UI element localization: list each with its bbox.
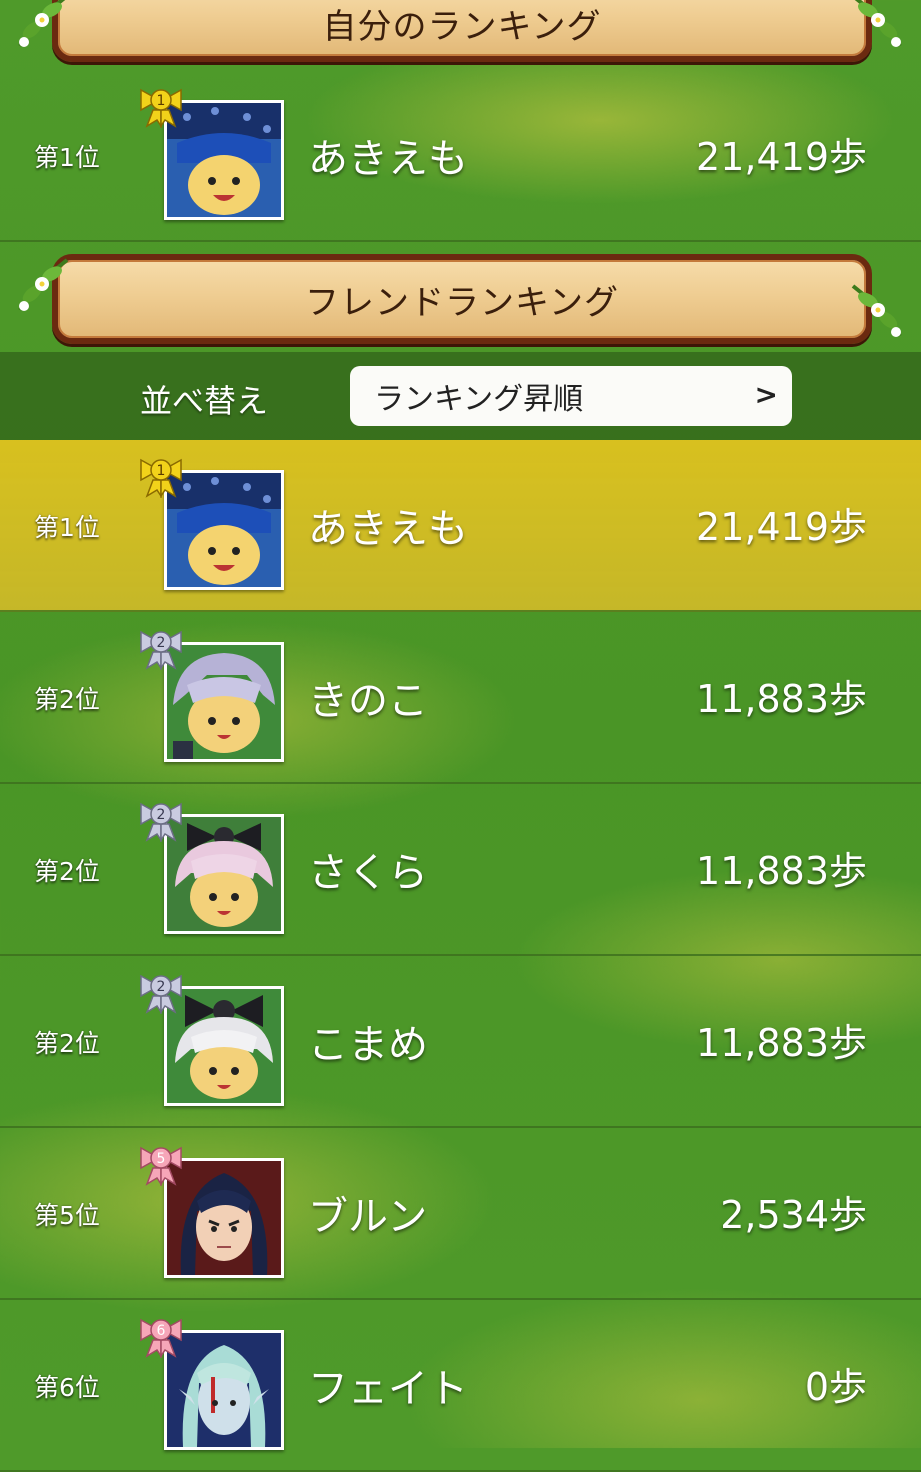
step-count: 21,419歩: [696, 505, 867, 549]
chevron-right-icon: >: [754, 378, 778, 411]
svg-text:1: 1: [157, 463, 166, 479]
friend-ranking-title: フレンドランキング: [305, 282, 619, 323]
rank-label: 第2位: [34, 857, 100, 886]
player-name: きのこ: [308, 678, 428, 724]
rank-ribbon-icon: 1: [140, 459, 182, 497]
step-count: 11,883歩: [696, 849, 867, 893]
friend-ranking-title-plank: フレンドランキング: [52, 254, 872, 344]
rank-label: 第2位: [34, 1029, 100, 1058]
rank-label: 第2位: [34, 685, 100, 714]
my-ranking-title-plank: 自分のランキング: [52, 0, 872, 62]
friend-ranking-row[interactable]: 第2位 2 さくら 11,883歩: [0, 784, 921, 956]
friend-ranking-row[interactable]: 第2位 2 きのこ 11,883歩: [0, 612, 921, 784]
rank-ribbon-icon: 6: [140, 1319, 182, 1357]
sort-bar: 並べ替え ランキング昇順 >: [0, 352, 921, 440]
sort-order-value: ランキング昇順: [374, 382, 584, 417]
my-ranking-title: 自分のランキング: [322, 6, 602, 47]
rank-ribbon-icon: 1: [140, 89, 182, 127]
step-count: 21,419歩: [696, 135, 867, 179]
friend-ranking-row[interactable]: 第5位 5 ブルン 2,534歩: [0, 1128, 921, 1300]
svg-text:2: 2: [157, 807, 166, 823]
rank-ribbon-icon: 2: [140, 803, 182, 841]
rank-label: 第1位: [34, 143, 100, 172]
svg-text:2: 2: [157, 979, 166, 995]
sort-label: 並べ替え: [140, 382, 269, 420]
step-count: 2,534歩: [720, 1193, 867, 1237]
player-name: こまめ: [308, 1022, 428, 1068]
vine-left-icon: [17, 0, 69, 49]
svg-text:2: 2: [157, 635, 166, 651]
friend-ranking-row[interactable]: 第1位 1 あきえも 21,419歩: [0, 440, 921, 612]
rank-ribbon-icon: 2: [140, 631, 182, 669]
rank-ribbon-icon: 2: [140, 975, 182, 1013]
player-name: フェイト: [308, 1366, 468, 1412]
friend-ranking-row[interactable]: 第2位 2 こまめ 11,883歩: [0, 956, 921, 1128]
vine-right-icon: [851, 0, 903, 49]
rank-label: 第5位: [34, 1201, 100, 1230]
svg-text:6: 6: [157, 1323, 166, 1339]
rank-label: 第1位: [34, 513, 100, 542]
player-name: ブルン: [308, 1194, 428, 1240]
sort-order-select[interactable]: ランキング昇順 >: [350, 366, 792, 426]
player-name: あきえも: [308, 506, 468, 552]
vine-left-icon: [17, 258, 69, 313]
friend-ranking-row[interactable]: 第6位 6 フェイト 0歩: [0, 1300, 921, 1472]
rank-label: 第6位: [34, 1373, 100, 1402]
my-ranking-row[interactable]: 第1位 1 あきえも 21,419歩: [0, 70, 921, 242]
svg-text:1: 1: [157, 93, 166, 109]
player-name: さくら: [308, 850, 428, 896]
rank-ribbon-icon: 5: [140, 1147, 182, 1185]
step-count: 11,883歩: [696, 677, 867, 721]
my-ranking-banner: 自分のランキング: [0, 0, 921, 62]
player-name: あきえも: [308, 136, 468, 182]
vine-right-icon: [851, 284, 903, 339]
friend-ranking-banner: フレンドランキング: [0, 254, 921, 346]
step-count: 11,883歩: [696, 1021, 867, 1065]
step-count: 0歩: [804, 1365, 867, 1409]
svg-text:5: 5: [157, 1151, 166, 1167]
